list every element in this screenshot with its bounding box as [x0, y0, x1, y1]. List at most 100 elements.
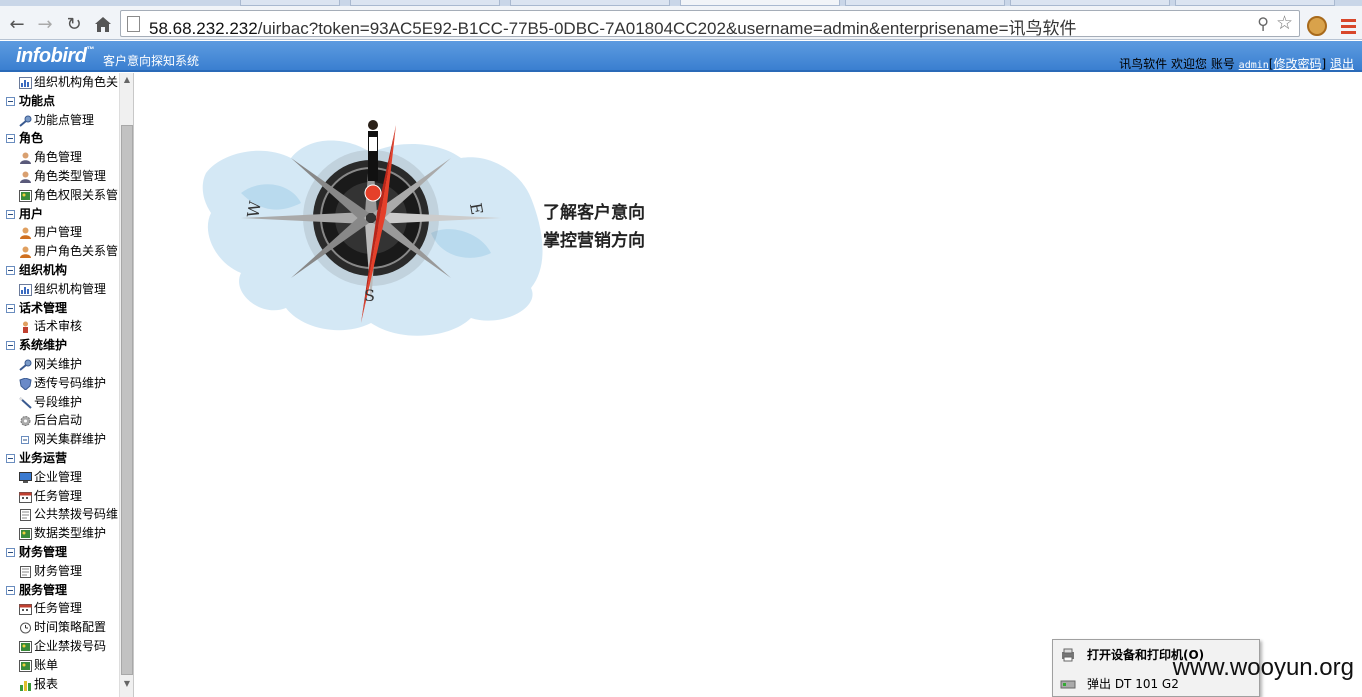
bookmark-star-icon[interactable]: ☆: [1276, 12, 1293, 34]
sidebar-scrollbar[interactable]: ▲ ▼: [119, 73, 133, 697]
tree-item[interactable]: 财务管理: [0, 562, 119, 581]
tree-item[interactable]: 公共禁拨号码维: [0, 505, 119, 524]
tree-group[interactable]: 话术管理: [0, 299, 119, 318]
document-icon: [19, 508, 32, 522]
tree-group[interactable]: 角色: [0, 129, 119, 148]
tree-item[interactable]: 账单: [0, 656, 119, 675]
scroll-up-arrow-icon[interactable]: ▲: [120, 73, 133, 87]
monitor-icon: [19, 471, 32, 483]
tree-group[interactable]: 组织机构: [0, 261, 119, 280]
tree-group[interactable]: 功能点: [0, 92, 119, 111]
collapse-toggle-icon[interactable]: [6, 341, 15, 351]
key-icon: [19, 114, 32, 127]
system-name: 客户意向探知系统: [103, 54, 200, 68]
welcome-text: 欢迎您: [1170, 57, 1207, 71]
collapse-toggle-icon[interactable]: [6, 585, 15, 595]
tree-item[interactable]: 任务管理: [0, 487, 119, 506]
picture-icon: [19, 189, 32, 202]
tree-item[interactable]: 角色类型管理: [0, 167, 119, 186]
app-header: infobird™ 客户意向探知系统 讯鸟软件 欢迎您 账号 admin[修改密…: [0, 41, 1362, 72]
cookie-extension-icon[interactable]: [1307, 16, 1327, 36]
home-icon[interactable]: [92, 13, 114, 35]
collapse-toggle-icon[interactable]: [6, 265, 15, 275]
tree-label: 业务运营: [19, 450, 68, 465]
collapse-toggle-icon[interactable]: [6, 303, 15, 313]
watermark: www.wooyun.org: [1172, 654, 1354, 681]
chart-icon: [19, 76, 32, 89]
tree-group[interactable]: 系统维护: [0, 336, 119, 355]
tree-label: 网关集群维护: [34, 432, 107, 447]
sidebar: 组织机构角色关功能点功能点管理 角色角色管理角色类型管理 角色权限关系管用户 用户管理…: [0, 73, 134, 697]
tree-label: 透传号码维护: [34, 375, 107, 390]
tree-item[interactable]: 角色管理: [0, 148, 119, 167]
minus-box-icon: [19, 433, 32, 445]
user-icon: [19, 170, 32, 183]
tree-item[interactable]: 企业管理: [0, 468, 119, 487]
tree-item[interactable]: 话术审核: [0, 317, 119, 336]
collapse-toggle-icon[interactable]: [6, 96, 15, 106]
collapse-toggle-icon[interactable]: [6, 209, 15, 219]
tree-label: 财务管理: [34, 563, 83, 578]
tree-label: 功能点: [19, 93, 56, 108]
tree-group[interactable]: 财务管理: [0, 543, 119, 562]
change-password-link[interactable]: 修改密码: [1273, 57, 1321, 71]
user-bar: 讯鸟软件 欢迎您 账号 admin[修改密码] 退出: [1119, 57, 1354, 71]
scrollbar-thumb[interactable]: [121, 125, 133, 675]
reload-icon[interactable]: ↻: [63, 13, 85, 35]
tree-group[interactable]: 用户: [0, 205, 119, 224]
collapse-toggle-icon[interactable]: [6, 547, 15, 557]
nav-tree: 组织机构角色关功能点功能点管理 角色角色管理角色类型管理 角色权限关系管用户 用户管理…: [0, 73, 119, 693]
tree-group[interactable]: 业务运营: [0, 449, 119, 468]
picture-icon: [19, 640, 32, 653]
tree-item[interactable]: 时间策略配置: [0, 618, 119, 637]
tree-item[interactable]: 任务管理: [0, 599, 119, 618]
tree-item[interactable]: 用户角色关系管: [0, 242, 119, 261]
page-icon: [127, 16, 140, 32]
scroll-down-arrow-icon[interactable]: ▼: [120, 677, 133, 691]
key-icon: [19, 358, 32, 371]
tree-item[interactable]: 号段维护: [0, 393, 119, 412]
user-icon: [19, 151, 32, 165]
tree-label: 系统维护: [19, 338, 68, 353]
account-label: 账号: [1210, 57, 1235, 71]
collapse-toggle-icon[interactable]: [6, 134, 15, 144]
collapse-toggle-icon[interactable]: [6, 453, 15, 463]
tree-item[interactable]: 功能点管理: [0, 111, 119, 130]
slogan-line-1: 了解客户意向: [543, 203, 645, 223]
logout-link[interactable]: 退出: [1330, 57, 1354, 71]
tree-item[interactable]: 网关维护: [0, 355, 119, 374]
tree-label: 财务管理: [19, 544, 68, 559]
tree-label: 任务管理: [34, 488, 83, 503]
document-icon: [19, 565, 32, 578]
tree-label: 组织机构角色关: [34, 75, 119, 89]
tree-label: 后台启动: [34, 413, 83, 428]
tree-label: 时间策略配置: [34, 620, 107, 635]
tree-item[interactable]: 组织机构管理: [0, 280, 119, 299]
tree-label: 角色类型管理: [34, 168, 107, 183]
address-bar[interactable]: 58.68.232.232/uirbac?token=93AC5E92-B1CC…: [120, 10, 1300, 39]
tree-item[interactable]: 后台启动: [0, 411, 119, 430]
person-small-icon: [19, 320, 32, 334]
tree-item[interactable]: 网关集群维护: [0, 430, 119, 449]
calendar-icon: [19, 602, 32, 616]
tree-label: 角色权限关系管: [34, 187, 119, 202]
back-arrow-icon[interactable]: ←: [6, 13, 28, 35]
tree-label: 角色管理: [34, 150, 83, 165]
tree-item[interactable]: 企业禁拨号码: [0, 637, 119, 656]
tree-item[interactable]: 透传号码维护: [0, 374, 119, 393]
tree-item[interactable]: 数据类型维护: [0, 524, 119, 543]
search-icon[interactable]: ⚲: [1257, 14, 1269, 33]
browser-menu-icon[interactable]: [1341, 19, 1356, 37]
tree-item[interactable]: 角色权限关系管: [0, 186, 119, 205]
tree-item[interactable]: 报表: [0, 675, 119, 694]
company-name: 讯鸟软件: [1119, 57, 1168, 71]
browser-toolbar: ← → ↻ 58.68.232.232/uirbac?token=93AC5E9…: [0, 6, 1362, 40]
url-text[interactable]: 58.68.232.232/uirbac?token=93AC5E92-B1CC…: [149, 14, 1077, 39]
tree-item[interactable]: 用户管理: [0, 223, 119, 242]
forward-arrow-icon[interactable]: →: [34, 13, 56, 35]
slogan-line-2: 掌控营销方向: [543, 231, 645, 251]
tree-group[interactable]: 服务管理: [0, 581, 119, 600]
tree-item[interactable]: 组织机构角色关: [0, 73, 119, 92]
calendar-icon: [19, 490, 32, 503]
tree-label: 网关维护: [34, 356, 83, 371]
